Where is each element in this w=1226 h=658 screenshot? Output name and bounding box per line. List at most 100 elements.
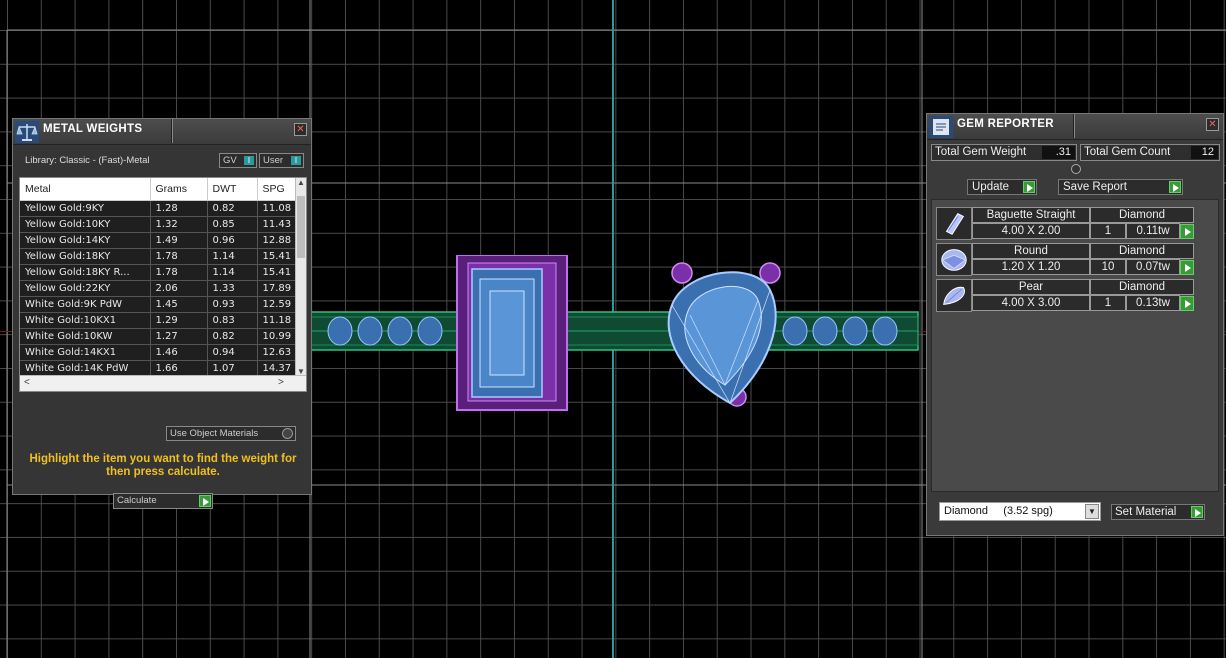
gem-size: 4.00 X 3.00 xyxy=(972,295,1090,311)
scroll-right-icon[interactable]: > xyxy=(278,377,284,388)
total-gem-weight-value: .31 xyxy=(1042,146,1075,159)
metal-cell: Yellow Gold:14KY xyxy=(20,232,151,249)
scroll-up-icon[interactable]: ▲ xyxy=(296,178,306,187)
total-gem-count-value: 12 xyxy=(1191,146,1218,159)
column-header-dwt[interactable]: DWT xyxy=(207,178,258,201)
gem-row-baguette[interactable]: Baguette Straight Diamond 4.00 X 2.00 1 … xyxy=(936,207,1196,240)
close-button[interactable]: ✕ xyxy=(294,123,307,136)
user-toggle[interactable]: User I xyxy=(259,153,304,168)
gem-list: Baguette Straight Diamond 4.00 X 2.00 1 … xyxy=(931,199,1219,492)
spg-cell: 12.59 xyxy=(257,296,297,313)
grams-cell: 1.66 xyxy=(150,360,208,377)
table-row[interactable]: White Gold:14K PdW 1.66 1.07 14.37 xyxy=(20,360,297,377)
metal-weights-body: Library: Classic - (Fast)-Metal GV I Use… xyxy=(13,145,311,509)
gem-shape: Round xyxy=(972,243,1090,259)
horizontal-scrollbar[interactable]: < > xyxy=(20,375,306,391)
total-gem-weight-label: Total Gem Weight xyxy=(935,146,1027,158)
table-row[interactable]: Yellow Gold:18KY R... 1.78 1.14 15.41 xyxy=(20,264,297,281)
column-header-metal[interactable]: Metal xyxy=(20,178,151,201)
gem-count: 1 xyxy=(1090,295,1126,311)
metal-weights-titlebar[interactable]: METAL WEIGHTS ✕ xyxy=(13,119,311,145)
dwt-cell: 0.82 xyxy=(207,200,258,217)
gv-toggle-box: I xyxy=(244,156,254,165)
use-object-materials-label: Use Object Materials xyxy=(170,428,259,439)
play-arrow-icon xyxy=(1023,181,1035,193)
gem-weight: 0.07tw xyxy=(1126,259,1180,275)
table-row[interactable]: Yellow Gold:10KY 1.32 0.85 11.43 xyxy=(20,216,297,233)
close-button[interactable]: ✕ xyxy=(1206,118,1219,131)
title-divider xyxy=(1073,114,1075,138)
calculate-button[interactable]: Calculate xyxy=(113,493,213,509)
gem-select-arrow-icon[interactable] xyxy=(1180,224,1194,239)
metal-cell: Yellow Gold:9KY xyxy=(20,200,151,217)
gem-select-arrow-icon[interactable] xyxy=(1180,260,1194,275)
save-report-button[interactable]: Save Report xyxy=(1058,179,1183,195)
table-row[interactable]: Yellow Gold:9KY 1.28 0.82 11.08 xyxy=(20,200,297,217)
dwt-cell: 0.83 xyxy=(207,312,258,329)
metal-cell: White Gold:9K PdW xyxy=(20,296,151,313)
table-row[interactable]: White Gold:10KX1 1.29 0.83 11.18 xyxy=(20,312,297,329)
gem-reporter-titlebar[interactable]: GEM REPORTER ✕ xyxy=(927,114,1223,140)
gem-count: 1 xyxy=(1090,223,1126,239)
ring-model[interactable] xyxy=(300,255,930,415)
grams-cell: 1.46 xyxy=(150,344,208,361)
dwt-cell: 0.96 xyxy=(207,232,258,249)
update-button[interactable]: Update xyxy=(967,179,1037,195)
baguette-gem-icon xyxy=(936,207,972,240)
calculate-label: Calculate xyxy=(117,495,157,506)
grams-cell: 1.27 xyxy=(150,328,208,345)
gem-row-pear[interactable]: Pear Diamond 4.00 X 3.00 1 0.13tw xyxy=(936,279,1196,312)
play-arrow-icon xyxy=(199,495,211,507)
grams-cell: 1.28 xyxy=(150,200,208,217)
metal-cell: White Gold:10KX1 xyxy=(20,312,151,329)
metal-cell: Yellow Gold:18KY xyxy=(20,248,151,265)
metal-cell: White Gold:14K PdW xyxy=(20,360,151,377)
gem-row-round[interactable]: Round Diamond 1.20 X 1.20 10 0.07tw xyxy=(936,243,1196,276)
table-row[interactable]: White Gold:14KX1 1.46 0.94 12.63 xyxy=(20,344,297,361)
grams-cell: 1.49 xyxy=(150,232,208,249)
pear-setting xyxy=(667,262,781,407)
set-material-button[interactable]: Set Material xyxy=(1111,504,1205,520)
scale-icon xyxy=(15,121,39,143)
metal-cell: White Gold:10KW xyxy=(20,328,151,345)
splitter-handle[interactable] xyxy=(1071,164,1081,174)
report-icon xyxy=(929,116,953,138)
spg-cell: 14.37 xyxy=(257,360,297,377)
gem-reporter-body: Total Gem Weight .31 Total Gem Count 12 … xyxy=(927,140,1223,535)
instruction-text: Highlight the item you want to find the … xyxy=(29,453,297,478)
baguette-setting xyxy=(456,255,568,411)
update-label: Update xyxy=(972,181,1010,193)
total-gem-count: Total Gem Count 12 xyxy=(1080,144,1220,161)
gv-toggle-label: GV xyxy=(223,155,237,166)
metal-table[interactable]: Metal Grams DWT SPG Yellow Gold:9KY 1.28 0… xyxy=(19,177,307,392)
grams-cell: 1.78 xyxy=(150,248,208,265)
grams-cell: 1.45 xyxy=(150,296,208,313)
column-header-spg[interactable]: SPG xyxy=(257,178,297,201)
spg-cell: 15.41 xyxy=(257,264,297,281)
table-row[interactable]: White Gold:9K PdW 1.45 0.93 12.59 xyxy=(20,296,297,313)
table-row[interactable]: White Gold:10KW 1.27 0.82 10.99 xyxy=(20,328,297,345)
gem-material: Diamond xyxy=(1090,243,1194,259)
gv-toggle[interactable]: GV I xyxy=(219,153,257,168)
scroll-left-icon[interactable]: < xyxy=(24,377,30,388)
total-gem-weight: Total Gem Weight .31 xyxy=(931,144,1077,161)
pear-gem-icon xyxy=(936,279,972,312)
gem-size: 4.00 X 2.00 xyxy=(972,223,1090,239)
dwt-cell: 1.14 xyxy=(207,248,258,265)
scroll-thumb[interactable] xyxy=(297,196,305,258)
metal-cell: White Gold:14KX1 xyxy=(20,344,151,361)
metal-cell: Yellow Gold:10KY xyxy=(20,216,151,233)
column-header-grams[interactable]: Grams xyxy=(150,178,208,201)
round-gem-icon xyxy=(936,243,972,276)
table-row[interactable]: Yellow Gold:18KY 1.78 1.14 15.41 xyxy=(20,248,297,265)
chevron-down-icon[interactable]: ▼ xyxy=(1085,504,1099,519)
use-object-materials-toggle[interactable]: Use Object Materials xyxy=(166,426,296,441)
library-label: Library: Classic - (Fast)-Metal xyxy=(25,155,150,166)
gem-select-arrow-icon[interactable] xyxy=(1180,296,1194,311)
spg-cell: 15.41 xyxy=(257,248,297,265)
material-select[interactable]: Diamond (3.52 spg) ▼ xyxy=(939,502,1101,521)
metal-weights-panel: METAL WEIGHTS ✕ Library: Classic - (Fast… xyxy=(12,118,312,509)
table-row[interactable]: Yellow Gold:14KY 1.49 0.96 12.88 xyxy=(20,232,297,249)
table-row[interactable]: Yellow Gold:22KY 2.06 1.33 17.89 xyxy=(20,280,297,297)
vertical-scrollbar[interactable]: ▲ ▼ xyxy=(295,178,306,376)
